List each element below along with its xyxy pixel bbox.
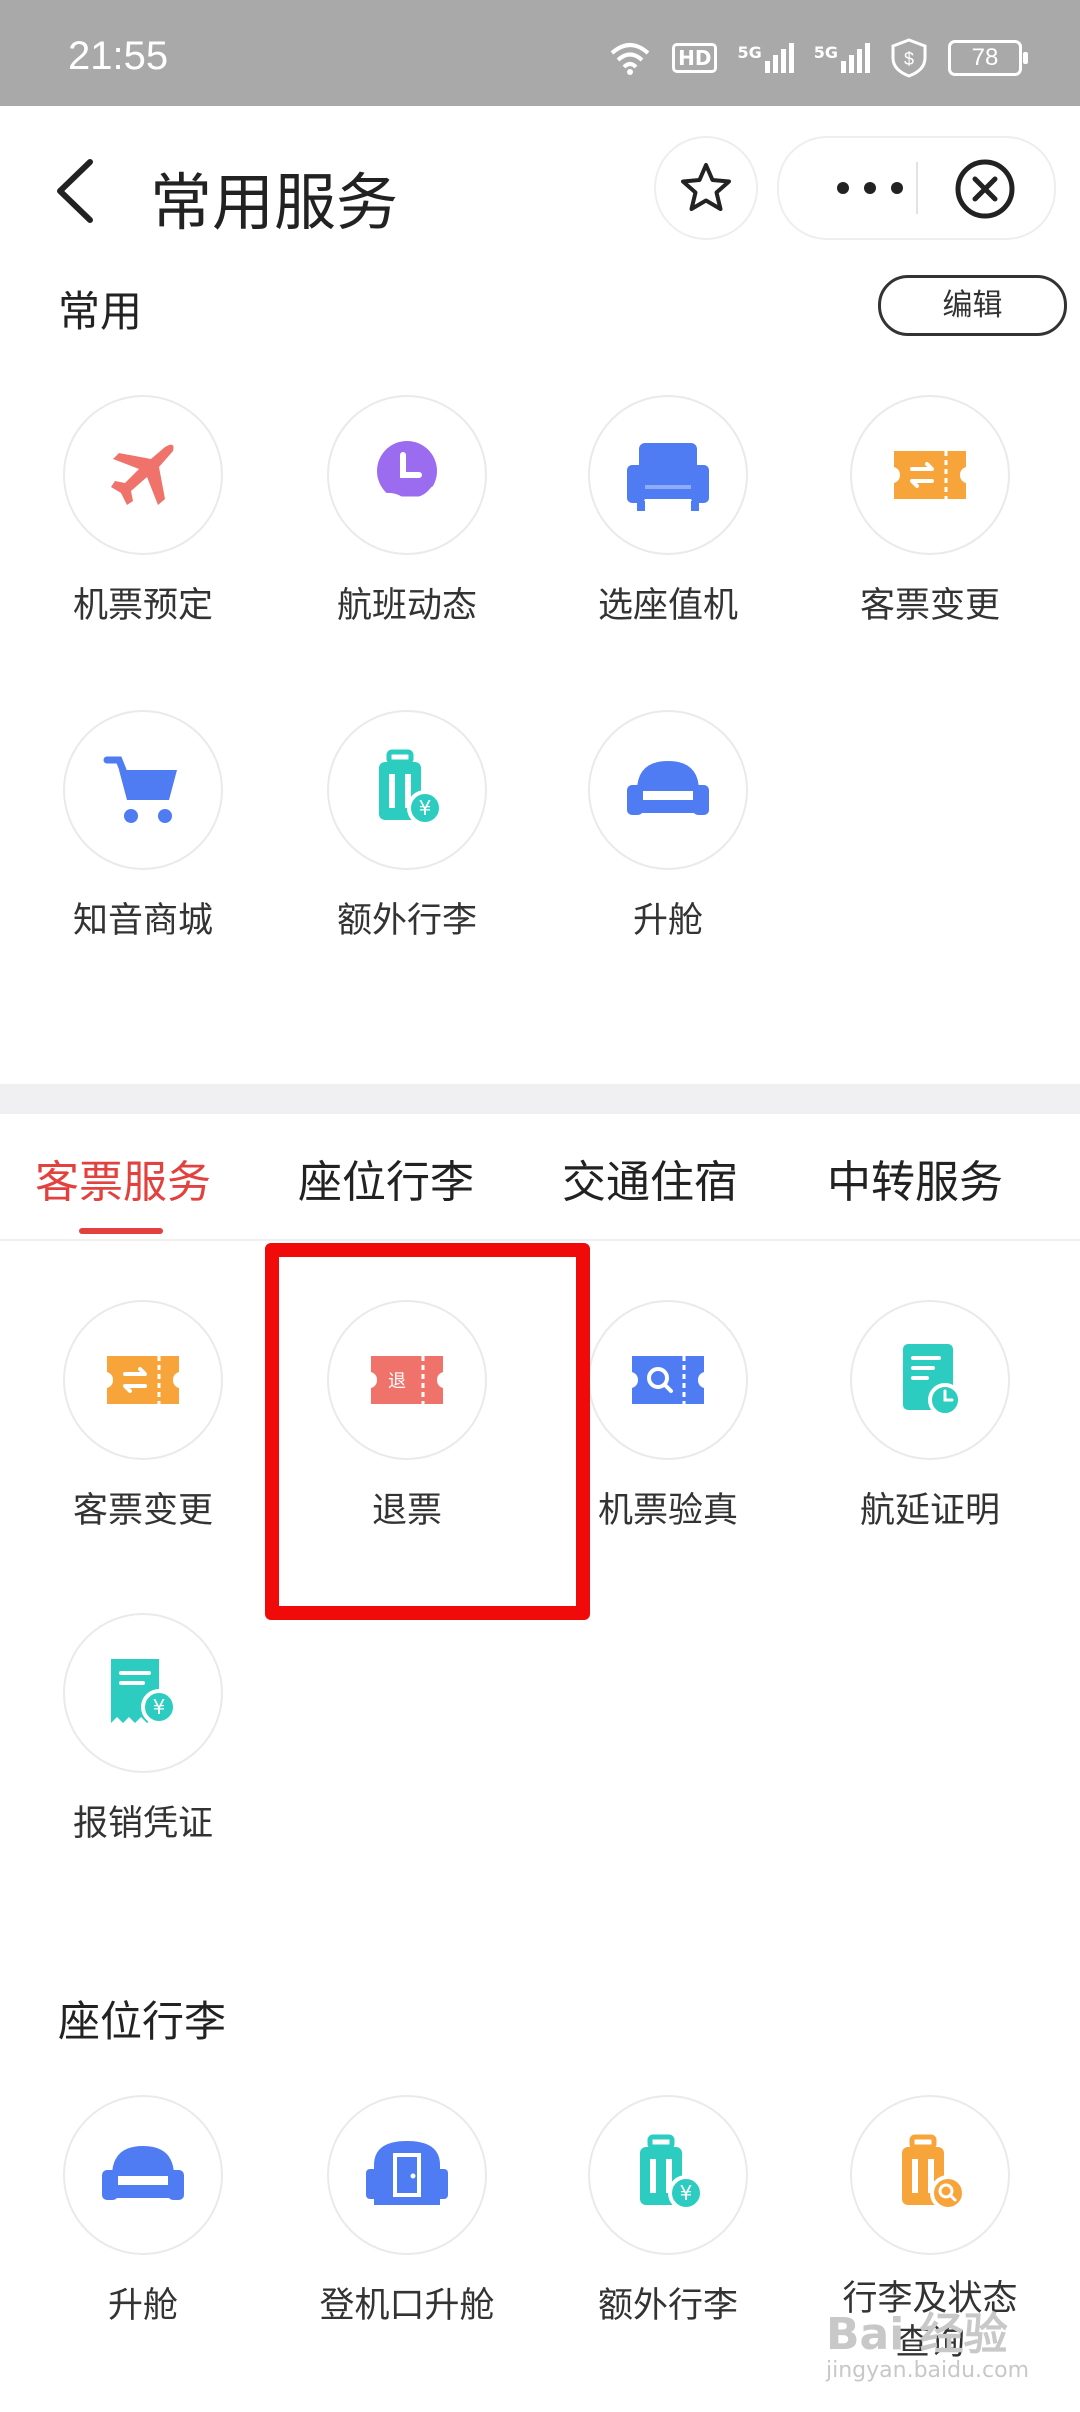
service-mall[interactable]: 知音商城 <box>28 710 258 943</box>
luggage-search-icon <box>850 2095 1010 2255</box>
edit-button[interactable]: 编辑 <box>878 275 1067 336</box>
wifi-icon <box>610 43 650 75</box>
service-extra-luggage[interactable]: ¥ 额外行李 <box>553 2095 783 2328</box>
gate-upgrade-icon <box>327 2095 487 2255</box>
service-flight-booking[interactable]: 机票预定 <box>28 395 258 628</box>
luggage-yuan-icon: ¥ <box>588 2095 748 2255</box>
service-extra-luggage[interactable]: ¥ 额外行李 <box>292 710 522 943</box>
signal-icon-2: 5G <box>814 43 870 73</box>
favorite-button[interactable] <box>654 136 758 240</box>
svg-text:¥: ¥ <box>419 796 432 820</box>
miniprogram-capsule <box>777 136 1056 240</box>
signal-icon-1: 5G <box>737 43 794 73</box>
service-upgrade[interactable]: 升舱 <box>28 2095 258 2328</box>
service-delay-certificate[interactable]: 航延证明 <box>815 1300 1045 1533</box>
luggage-yuan-icon: ¥ <box>327 710 487 870</box>
service-label: 客票变更 <box>72 1491 213 1531</box>
ticket-change-icon <box>63 1300 223 1460</box>
service-reimbursement[interactable]: ¥ 报销凭证 <box>28 1613 258 1846</box>
service-label: 机票预定 <box>72 586 213 626</box>
capsule-separator <box>916 162 918 214</box>
service-label: 客票变更 <box>859 586 1000 626</box>
status-time: 21:55 <box>68 34 169 78</box>
service-label: 升舱 <box>632 901 703 941</box>
more-dots-icon <box>837 182 903 194</box>
upgrade-seat-icon <box>63 2095 223 2255</box>
service-ticket-change[interactable]: 客票变更 <box>28 1300 258 1533</box>
header-bar: 常用服务 <box>0 106 1080 271</box>
service-label: 航延证明 <box>859 1491 1000 1531</box>
service-label: 选座值机 <box>597 586 738 626</box>
annotation-highlight-box <box>265 1243 590 1620</box>
star-icon <box>681 163 731 211</box>
service-flight-status[interactable]: 航班动态 <box>292 395 522 628</box>
category-tabs: 客票服务 座位行李 交通住宿 中转服务 <box>0 1114 1080 1241</box>
hd-icon: HD <box>672 43 718 73</box>
section-divider <box>0 1084 1080 1114</box>
tab-ticket-services[interactable]: 客票服务 <box>35 1146 211 1210</box>
service-gate-upgrade[interactable]: 登机口升舱 <box>292 2095 522 2328</box>
ticket-verify-icon <box>588 1300 748 1460</box>
service-label: 登机口升舱 <box>319 2286 495 2326</box>
seat-luggage-section-title: 座位行李 <box>58 1997 227 2046</box>
status-icons: HD 5G 5G $ 78 <box>608 38 1028 78</box>
svg-text:$: $ <box>904 49 914 69</box>
back-arrow-icon[interactable] <box>50 156 102 226</box>
service-seat-checkin[interactable]: 选座值机 <box>553 395 783 628</box>
shopping-cart-icon <box>63 710 223 870</box>
service-label: 航班动态 <box>336 586 477 626</box>
active-tab-indicator <box>79 1228 163 1234</box>
svg-text:¥: ¥ <box>153 1695 166 1719</box>
baidu-watermark: Bai 经验 <box>826 2309 1008 2360</box>
more-button[interactable] <box>815 168 925 208</box>
delay-certificate-icon <box>850 1300 1010 1460</box>
service-label: 知音商城 <box>72 901 213 941</box>
tab-transfer-services[interactable]: 中转服务 <box>827 1146 1003 1210</box>
airplane-icon <box>63 395 223 555</box>
shield-dollar-icon: $ <box>891 38 927 78</box>
receipt-yuan-icon: ¥ <box>63 1613 223 1773</box>
tab-transport-hotel[interactable]: 交通住宿 <box>562 1146 738 1210</box>
service-label: 升舱 <box>107 2286 178 2326</box>
status-bar: 21:55 HD 5G 5G $ 78 <box>0 0 1080 106</box>
upgrade-seat-icon <box>588 710 748 870</box>
common-section-title: 常用 <box>58 287 143 336</box>
service-label: 报销凭证 <box>72 1804 213 1844</box>
baidu-watermark-url: jingyan.baidu.com <box>826 2358 1030 2383</box>
clock-hand-icon <box>327 395 487 555</box>
service-ticket-change[interactable]: 客票变更 <box>815 395 1045 628</box>
tab-seat-luggage[interactable]: 座位行李 <box>298 1146 474 1210</box>
page-title: 常用服务 <box>150 166 399 239</box>
service-label: 额外行李 <box>336 901 477 941</box>
service-upgrade[interactable]: 升舱 <box>553 710 783 943</box>
seat-icon <box>588 395 748 555</box>
ticket-change-icon <box>850 395 1010 555</box>
svg-text:¥: ¥ <box>680 2181 693 2205</box>
service-label: 额外行李 <box>597 2286 738 2326</box>
battery-icon: 78 <box>948 40 1028 76</box>
close-icon[interactable] <box>954 158 1016 220</box>
